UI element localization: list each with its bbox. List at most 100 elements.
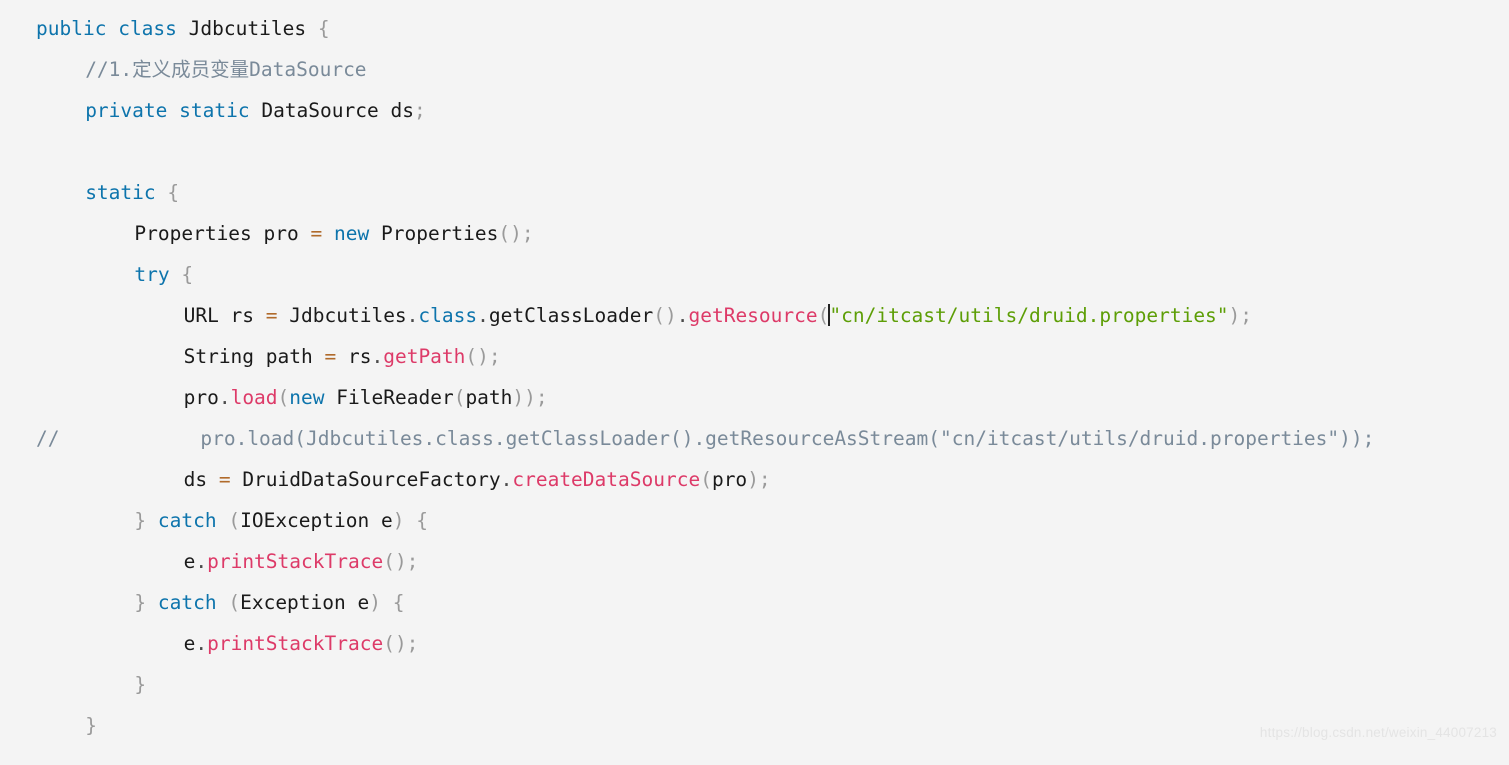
code-token-method: getResource xyxy=(688,304,818,327)
code-token-method: createDataSource xyxy=(512,468,701,491)
code-token-method: getPath xyxy=(383,345,466,368)
code-token-punct: (); xyxy=(383,632,419,655)
code-token-plain: Properties pro xyxy=(134,222,311,245)
code-token-dot: . xyxy=(371,345,384,368)
code-token-kw: class xyxy=(118,17,177,40)
code-token-kw: private xyxy=(85,99,168,122)
code-token-kw: public xyxy=(36,17,107,40)
code-token-plain: e xyxy=(183,550,196,573)
code-token-plain: Properties xyxy=(380,222,499,245)
code-line[interactable]: } xyxy=(0,664,1374,705)
code-line-empty[interactable] xyxy=(0,131,1374,172)
code-token-plain: DruidDataSourceFactory xyxy=(230,468,501,491)
code-line[interactable]: pro.load(new FileReader(path)); xyxy=(0,377,1374,418)
code-token-punct: () xyxy=(653,304,677,327)
code-token-kw: try xyxy=(134,263,170,286)
code-token-kw: catch xyxy=(157,509,217,532)
code-token-punct: (); xyxy=(498,222,534,245)
code-token-punct: ( xyxy=(277,386,290,409)
code-token-plain: path xyxy=(465,386,513,409)
code-token-dot: . xyxy=(676,304,689,327)
code-token-dot: . xyxy=(195,632,208,655)
code-line[interactable]: Properties pro = new Properties(); xyxy=(0,213,1374,254)
code-token-punct: { xyxy=(392,591,405,614)
code-line[interactable]: private static DataSource ds; xyxy=(0,90,1374,131)
code-token-punct: { xyxy=(416,509,428,532)
code-token-punct: ( xyxy=(228,509,241,532)
code-line[interactable]: } catch (IOException e) { xyxy=(0,500,1374,541)
code-token-dot: . xyxy=(477,304,489,327)
code-token-dot: . xyxy=(218,386,231,409)
code-token-punct: ( xyxy=(228,591,241,614)
code-token-dot: . xyxy=(500,468,513,491)
code-editor-surface[interactable]: public class Jdbcutiles { //1.定义成员变量DataS… xyxy=(0,0,1509,765)
code-token-plain: ds xyxy=(183,468,219,491)
code-line[interactable]: //1.定义成员变量DataSource xyxy=(0,49,1374,90)
code-token-method: printStackTrace xyxy=(207,632,384,655)
code-token-punct: (); xyxy=(383,550,419,573)
code-token-plain: rs xyxy=(336,345,372,368)
code-token-punct: ); xyxy=(747,468,771,491)
code-line[interactable]: try { xyxy=(0,254,1374,295)
code-line[interactable]: String path = rs.getPath(); xyxy=(0,336,1374,377)
code-line[interactable]: e.printStackTrace(); xyxy=(0,623,1374,664)
code-token-punct: (); xyxy=(465,345,501,368)
code-line[interactable]: e.printStackTrace(); xyxy=(0,541,1374,582)
code-line[interactable]: static { xyxy=(0,172,1374,213)
code-line[interactable]: public class Jdbcutiles { xyxy=(0,8,1374,49)
code-token-op: = xyxy=(265,304,278,327)
code-token-comment: //1.定义成员变量DataSource xyxy=(85,58,367,81)
code-token-kw: static xyxy=(179,99,250,122)
code-token-str: "cn/itcast/utils/druid.properties" xyxy=(829,304,1229,327)
code-token-semi: ; xyxy=(413,99,426,122)
code-line[interactable]: URL rs = Jdbcutiles.class.getClassLoader… xyxy=(0,295,1374,336)
code-token-punct: { xyxy=(181,263,194,286)
code-token-method: load xyxy=(230,386,278,409)
code-token-punct: )); xyxy=(512,386,548,409)
code-line[interactable]: } xyxy=(0,705,1374,746)
code-token-dot: . xyxy=(406,304,419,327)
watermark-text: https://blog.csdn.net/weixin_44007213 xyxy=(1259,725,1497,740)
code-token-dot: . xyxy=(195,550,208,573)
code-token-punct: ) xyxy=(369,591,381,614)
code-token-punct: ); xyxy=(1228,304,1253,327)
code-token-plain: pro xyxy=(183,386,219,409)
code-token-punct: ( xyxy=(700,468,712,491)
code-token-punct: { xyxy=(167,181,180,204)
code-token-plain: pro xyxy=(711,468,748,491)
code-token-punct: } xyxy=(134,509,147,532)
code-token-plain: Jdbcutiles xyxy=(188,17,307,40)
code-token-method: printStackTrace xyxy=(207,550,384,573)
code-token-punct: { xyxy=(317,17,330,40)
code-token-kw: catch xyxy=(157,591,217,614)
code-token-comment: // pro.load(Jdbcutiles.class.getClassLoa… xyxy=(36,427,1375,450)
code-token-plain: getClassLoader xyxy=(488,304,654,327)
code-token-op: = xyxy=(310,222,323,245)
code-line[interactable]: // pro.load(Jdbcutiles.class.getClassLoa… xyxy=(0,418,1374,459)
code-token-kw: new xyxy=(289,386,325,409)
code-line[interactable]: ds = DruidDataSourceFactory.createDataSo… xyxy=(0,459,1374,500)
code-lines-container[interactable]: public class Jdbcutiles { //1.定义成员变量DataS… xyxy=(0,0,1374,746)
code-line[interactable]: } catch (Exception e) { xyxy=(0,582,1374,623)
code-token-punct: ( xyxy=(453,386,466,409)
code-token-punct: } xyxy=(134,673,147,696)
code-token-op: = xyxy=(324,345,337,368)
code-token-kw: class xyxy=(418,304,478,327)
code-token-kw: new xyxy=(334,222,370,245)
code-token-plain: FileReader xyxy=(336,386,454,409)
code-token-plain: String path xyxy=(183,345,325,368)
